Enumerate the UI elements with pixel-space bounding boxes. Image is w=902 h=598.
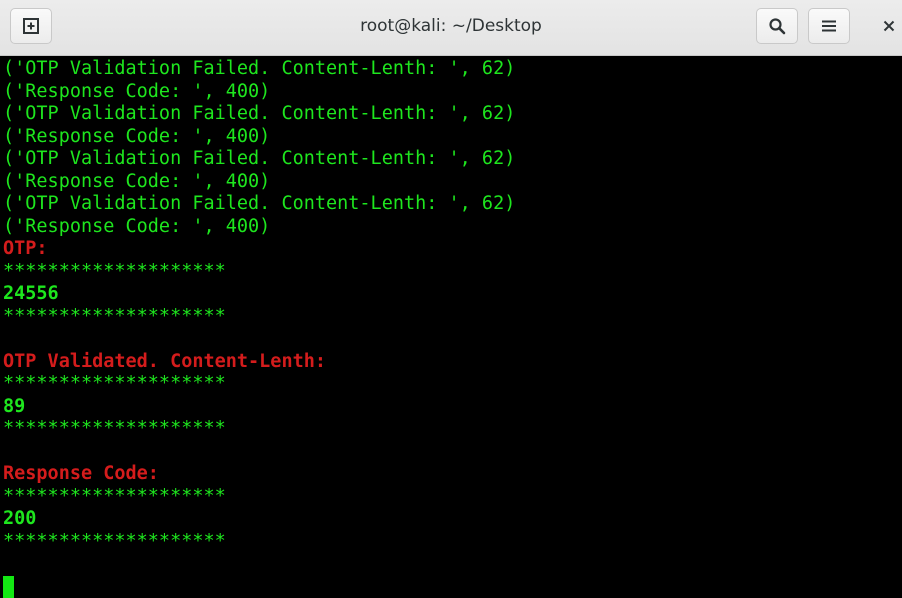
title-bar: root@kali: ~/Desktop [0, 0, 902, 56]
terminal-line: ('Response Code: ', 400) [3, 126, 902, 149]
terminal-line: 24556 [3, 283, 902, 306]
terminal-line-text: 89 [3, 395, 26, 417]
text-cursor [3, 575, 14, 598]
terminal-line: OTP Validated. Content-Lenth: [3, 351, 902, 374]
new-tab-button[interactable] [10, 8, 52, 44]
terminal-line: 89 [3, 396, 902, 419]
terminal-line: ('Response Code: ', 400) [3, 171, 902, 194]
close-button[interactable] [876, 12, 902, 40]
terminal-line-text: ******************** [3, 485, 226, 507]
terminal-line-text: OTP: [3, 238, 48, 259]
terminal-line: ******************** [3, 373, 902, 396]
terminal-line-text: ******************** [3, 305, 226, 327]
magnifier-icon [769, 18, 786, 35]
terminal-line: ('Response Code: ', 400) [3, 81, 902, 104]
terminal-line: ******************** [3, 531, 902, 554]
hamburger-icon [822, 20, 836, 32]
terminal-line-text: ('OTP Validation Failed. Content-Lenth: … [3, 148, 516, 169]
terminal-line-text: ******************** [3, 373, 226, 394]
terminal-line-text: ******************** [3, 260, 226, 282]
terminal-line: Response Code: [3, 463, 902, 486]
close-icon [883, 20, 895, 32]
terminal-line-text: Response Code: [3, 463, 159, 484]
terminal-line-text: ('Response Code: ', 400) [3, 170, 271, 192]
menu-button[interactable] [808, 8, 850, 44]
terminal-line: 200 [3, 508, 902, 531]
terminal-window: root@kali: ~/Desktop ('OTP Validation Fa… [0, 0, 902, 598]
terminal-line-text: ('OTP Validation Failed. Content-Lenth: … [3, 193, 516, 214]
terminal-output[interactable]: ('OTP Validation Failed. Content-Lenth: … [0, 56, 902, 598]
terminal-line: ('OTP Validation Failed. Content-Lenth: … [3, 148, 902, 171]
terminal-line: ('OTP Validation Failed. Content-Lenth: … [3, 58, 902, 81]
terminal-line: ('OTP Validation Failed. Content-Lenth: … [3, 103, 902, 126]
terminal-line: ******************** [3, 418, 902, 441]
terminal-line-text: ('Response Code: ', 400) [3, 80, 271, 102]
search-button[interactable] [756, 8, 798, 44]
terminal-line-text: ******************** [3, 530, 226, 552]
terminal-line: ******************** [3, 306, 902, 329]
terminal-line: OTP: [3, 238, 902, 261]
plus-box-icon [23, 18, 39, 34]
terminal-line-text: 200 [3, 508, 37, 529]
terminal-line-text: ******************** [3, 418, 226, 439]
terminal-line-text: ('Response Code: ', 400) [3, 215, 271, 237]
terminal-line-text: ('OTP Validation Failed. Content-Lenth: … [3, 58, 516, 79]
terminal-line: ******************** [3, 261, 902, 284]
terminal-line: ('Response Code: ', 400) [3, 216, 902, 239]
terminal-line-text: ('OTP Validation Failed. Content-Lenth: … [3, 103, 516, 124]
terminal-line: ******************** [3, 486, 902, 509]
terminal-line-text: 24556 [3, 283, 59, 304]
terminal-line: ('OTP Validation Failed. Content-Lenth: … [3, 193, 902, 216]
prompt-line [3, 575, 902, 598]
terminal-line-text: ('Response Code: ', 400) [3, 125, 271, 147]
terminal-line-text: OTP Validated. Content-Lenth: [3, 350, 327, 372]
